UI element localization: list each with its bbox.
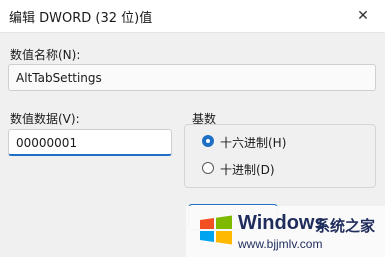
value-name-field[interactable]: AltTabSettings <box>8 64 376 91</box>
title-bar: 编辑 DWORD (32 位)值 ✕ <box>0 0 385 32</box>
title-divider <box>0 32 385 33</box>
watermark-url: www.bjjmlv.com <box>238 237 323 251</box>
radio-dec-indicator[interactable] <box>202 162 214 174</box>
watermark: Windows 系统之家 www.bjjmlv.com <box>186 206 385 257</box>
watermark-cn: 系统之家 <box>315 217 376 235</box>
close-icon[interactable]: ✕ <box>349 2 377 30</box>
windows-logo-icon <box>200 215 232 245</box>
window-title: 编辑 DWORD (32 位)值 <box>9 11 153 26</box>
radio-hex-label: 十六进制(H) <box>220 136 287 150</box>
value-name-label: 数值名称(N): <box>10 48 81 62</box>
radio-hex-indicator[interactable] <box>202 135 214 147</box>
value-data-label: 数值数据(V): <box>10 112 80 126</box>
value-data-text: 00000001 <box>16 136 78 150</box>
value-data-input[interactable]: 00000001 <box>8 129 172 156</box>
watermark-brand: Windows <box>238 212 326 234</box>
value-name-text: AltTabSettings <box>16 71 102 85</box>
radio-dec-label: 十进制(D) <box>220 163 275 177</box>
